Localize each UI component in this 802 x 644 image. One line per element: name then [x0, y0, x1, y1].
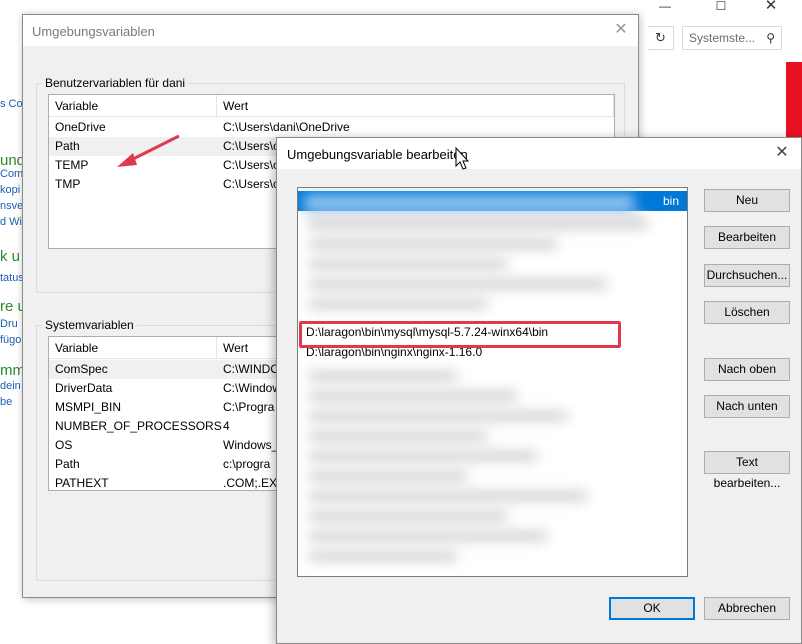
blurred-text: [308, 370, 458, 382]
search-placeholder: Systemste...: [689, 31, 756, 45]
edit-button[interactable]: Bearbeiten: [704, 226, 790, 249]
ok-button[interactable]: OK: [609, 597, 695, 620]
variable-value: C:\Users\dani\OneDrive: [223, 120, 350, 134]
left-nav-strip: s Co und Com kopi nsve d Wi k u tatus re u Dru füg…: [0, 60, 24, 644]
refresh-icon[interactable]: ↻: [648, 26, 674, 50]
blurred-text: [308, 450, 538, 462]
search-icon: ⚲: [766, 31, 775, 45]
minimize-icon[interactable]: —: [650, 0, 680, 14]
left-nav-item[interactable]: tatus: [0, 272, 24, 284]
cancel-button[interactable]: Abbrechen: [704, 597, 790, 620]
blurred-text: [304, 194, 634, 212]
variable-value: 4: [223, 419, 230, 433]
blurred-text: [308, 390, 518, 402]
maximize-icon[interactable]: ☐: [706, 0, 736, 14]
env-dialog-titlebar: Umgebungsvariablen ✕: [23, 15, 638, 46]
close-icon[interactable]: ✕: [610, 19, 632, 41]
close-icon[interactable]: ✕: [756, 0, 786, 14]
left-nav-item[interactable]: nsve: [0, 200, 23, 212]
blurred-text: [308, 530, 548, 542]
blurred-text: [308, 298, 488, 310]
edit-variable-dialog: Umgebungsvariable bearbeiten ✕ bin D:\la…: [276, 137, 802, 644]
blurred-text: [308, 510, 508, 522]
left-nav-item: mme: [0, 362, 24, 379]
mouse-cursor-icon: [455, 147, 470, 170]
path-entries-list[interactable]: bin D:\laragon\bin\mysql\mysql-5.7.24-wi…: [297, 187, 688, 577]
left-nav-item[interactable]: d Wi: [0, 216, 22, 228]
column-header-value[interactable]: Wert: [217, 95, 614, 117]
variable-value: C:\Progra: [223, 400, 275, 414]
search-input[interactable]: Systemste... ⚲: [682, 26, 782, 50]
selected-entry-suffix: bin: [662, 194, 679, 208]
variable-value: C:\Users\c: [223, 139, 280, 153]
blurred-text: [308, 216, 648, 230]
variable-name: TEMP: [55, 158, 89, 172]
left-nav-item[interactable]: kopi: [0, 184, 20, 196]
left-nav-item[interactable]: be: [0, 396, 12, 408]
move-down-button[interactable]: Nach unten: [704, 395, 790, 418]
move-up-button[interactable]: Nach oben: [704, 358, 790, 381]
blurred-text: [308, 490, 588, 502]
left-nav-item: k u: [0, 248, 21, 265]
left-nav-item: und: [0, 152, 24, 169]
env-dialog-title: Umgebungsvariablen: [32, 24, 155, 39]
variable-value: Windows_: [223, 438, 279, 452]
edit-dialog-title: Umgebungsvariable bearbeiten: [287, 147, 468, 162]
variable-name: Path: [55, 457, 80, 471]
blurred-text: [308, 278, 608, 290]
left-nav-item[interactable]: Com: [0, 168, 23, 180]
close-icon[interactable]: ✕: [771, 142, 793, 164]
browse-button[interactable]: Durchsuchen...: [704, 264, 790, 287]
delete-button[interactable]: Löschen: [704, 301, 790, 324]
variable-name: MSMPI_BIN: [55, 400, 122, 414]
left-nav-item[interactable]: dein: [0, 380, 21, 392]
highlight-box: [299, 321, 621, 348]
variable-value: c:\progra: [223, 457, 271, 471]
list-header: Variable Wert: [49, 95, 614, 117]
variable-name: TMP: [55, 177, 81, 191]
blurred-text: [308, 430, 488, 442]
edit-dialog-titlebar: Umgebungsvariable bearbeiten ✕: [277, 138, 801, 170]
variable-value: C:\Users\c: [223, 177, 280, 191]
blurred-text: [308, 410, 568, 422]
blurred-text: [308, 470, 468, 482]
left-nav-item[interactable]: fügo: [0, 334, 21, 346]
user-group-label: Benutzervariablen für dani: [42, 76, 189, 90]
variable-name: ComSpec: [55, 362, 108, 376]
left-nav-item[interactable]: s Co: [0, 98, 23, 110]
variable-name: OneDrive: [55, 120, 106, 134]
edit-text-button[interactable]: Text bearbeiten...: [704, 451, 790, 490]
variable-value: C:\WINDO: [223, 362, 280, 376]
variable-value: C:\Window: [223, 381, 282, 395]
new-button[interactable]: Neu: [704, 189, 790, 212]
blurred-text: [308, 238, 558, 250]
column-header-variable[interactable]: Variable: [49, 337, 217, 359]
blurred-text: [308, 258, 508, 270]
annotation-arrow: [117, 134, 180, 167]
blurred-text: [308, 550, 458, 562]
system-group-label: Systemvariablen: [42, 318, 137, 332]
variable-name: Path: [55, 139, 80, 153]
variable-name: OS: [55, 438, 73, 452]
column-header-variable[interactable]: Variable: [49, 95, 217, 117]
left-nav-item[interactable]: Dru: [0, 318, 18, 330]
variable-value: C:\Users\c: [223, 158, 280, 172]
left-nav-item: re u: [0, 298, 24, 315]
variable-name: DriverData: [55, 381, 113, 395]
variable-name: NUMBER_OF_PROCESSORS: [55, 419, 222, 433]
variable-name: PATHEXT: [55, 476, 109, 490]
